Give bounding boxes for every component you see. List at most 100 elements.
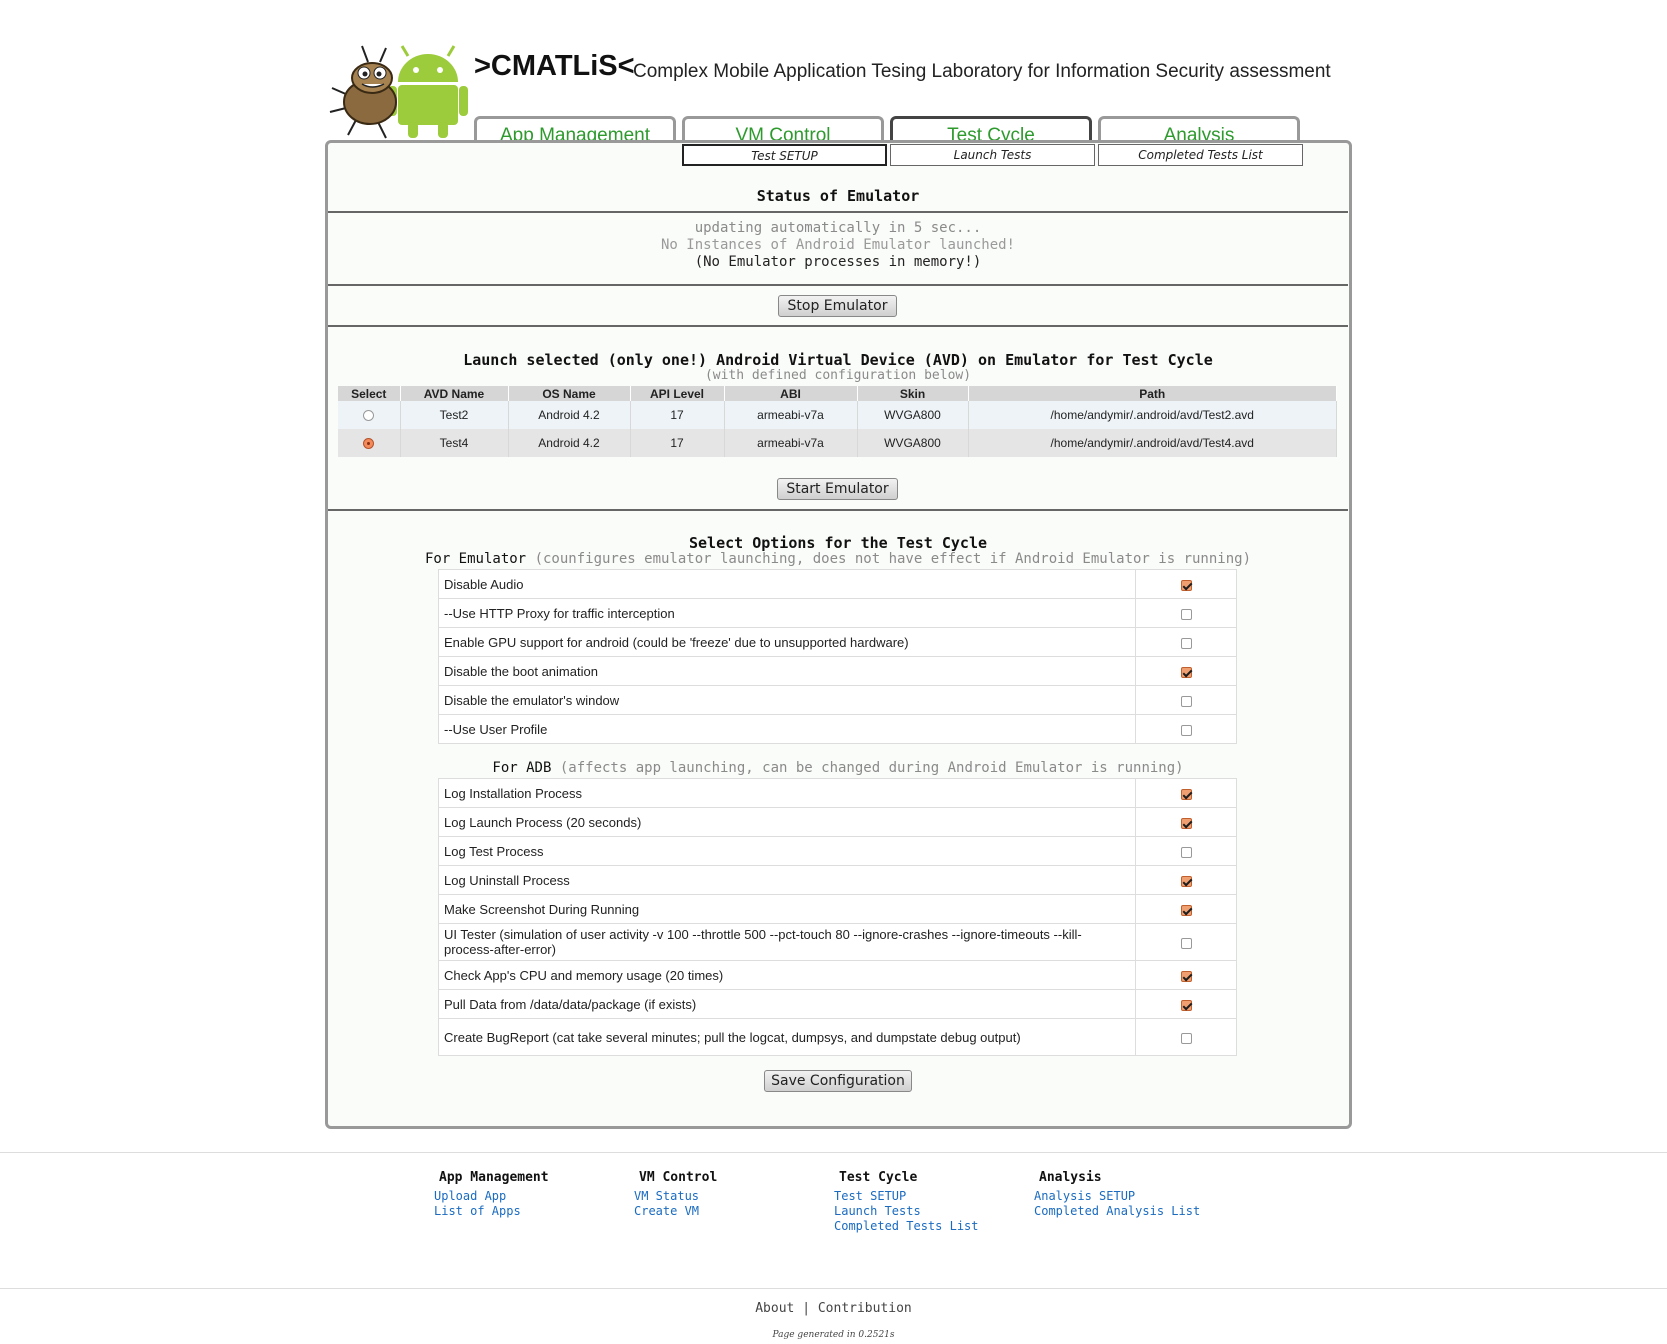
emulator-option-row: Disable the emulator's window	[438, 685, 1237, 715]
footer-link[interactable]: Create VM	[634, 1204, 717, 1219]
avd-skin-cell: WVGA800	[857, 401, 969, 429]
avd-table: Select AVD Name OS Name API Level ABI Sk…	[338, 386, 1337, 457]
adb-option-checkbox[interactable]	[1180, 999, 1192, 1011]
adb-option-checkbox[interactable]	[1180, 788, 1192, 800]
adb-options-heading: For ADB (affects app launching, can be c…	[328, 760, 1348, 776]
adb-option-row: Log Installation Process	[438, 778, 1237, 808]
emulator-option-label: Disable the emulator's window	[438, 685, 1136, 715]
status-no-processes-text: (No Emulator processes in memory!)	[694, 254, 982, 270]
status-title: Status of Emulator	[756, 187, 920, 205]
launch-title: Launch selected (only one!) Android Virt…	[463, 351, 1213, 369]
footer-column-heading: VM Control	[639, 1170, 718, 1185]
options-title: Select Options for the Test Cycle	[688, 534, 987, 552]
emulator-option-row: Disable Audio	[438, 569, 1237, 599]
avd-path-cell: /home/andymir/.android/avd/Test4.avd	[968, 429, 1337, 457]
avd-select-radio[interactable]	[363, 438, 375, 450]
emulator-option-label: Enable GPU support for android (could be…	[438, 627, 1136, 657]
footer-column-heading: Analysis	[1039, 1170, 1102, 1185]
adb-option-checkbox-cell	[1135, 894, 1237, 924]
save-configuration-button[interactable]: Save Configuration	[764, 1070, 912, 1092]
adb-option-label: Check App's CPU and memory usage (20 tim…	[438, 960, 1136, 990]
avd-abi-cell: armeabi-v7a	[724, 429, 858, 457]
emulator-options-label: For Emulator	[424, 551, 527, 567]
adb-option-row: Check App's CPU and memory usage (20 tim…	[438, 960, 1237, 990]
emulator-option-row: Disable the boot animation	[438, 656, 1237, 686]
column-header-skin: Skin	[857, 386, 969, 401]
launch-subtitle: (with defined configuration below)	[704, 368, 972, 383]
divider	[328, 325, 1348, 327]
emulator-option-checkbox-cell	[1135, 714, 1237, 744]
emulator-option-checkbox[interactable]	[1180, 695, 1192, 707]
avd-api-level-cell: 17	[630, 401, 725, 429]
footer-column: App Management Upload App List of Apps	[434, 1170, 549, 1219]
avd-skin-cell: WVGA800	[857, 429, 969, 457]
app-subtitle: Complex Mobile Application Tesing Labora…	[633, 61, 1331, 82]
adb-option-label: Create BugReport (cat take several minut…	[438, 1018, 1136, 1056]
avd-select-radio[interactable]	[363, 410, 375, 422]
avd-name-cell: Test4	[400, 429, 509, 457]
footer-link[interactable]: VM Status	[634, 1189, 717, 1204]
footer-link[interactable]: List of Apps	[434, 1204, 549, 1219]
subtab-test-setup[interactable]: Test SETUP	[682, 144, 887, 166]
adb-option-checkbox[interactable]	[1180, 875, 1192, 887]
column-header-api-level: API Level	[630, 386, 725, 401]
footer-link[interactable]: Test SETUP	[834, 1189, 979, 1204]
adb-option-row: UI Tester (simulation of user activity -…	[438, 923, 1237, 961]
contribution-link[interactable]: Contribution	[818, 1301, 912, 1316]
divider	[328, 284, 1348, 286]
adb-option-checkbox[interactable]	[1180, 937, 1192, 949]
emulator-option-row: --Use User Profile	[438, 714, 1237, 744]
divider	[328, 211, 1348, 213]
footer-link[interactable]: Analysis SETUP	[1034, 1189, 1200, 1204]
subtab-launch-tests[interactable]: Launch Tests	[890, 144, 1095, 166]
emulator-option-checkbox[interactable]	[1180, 637, 1192, 649]
emulator-option-row: Enable GPU support for android (could be…	[438, 627, 1237, 657]
adb-option-row: Make Screenshot During Running	[438, 894, 1237, 924]
emulator-options-note: (counfigures emulator launching, does no…	[534, 551, 1252, 567]
stop-emulator-button[interactable]: Stop Emulator	[778, 295, 897, 317]
footer-link[interactable]: Upload App	[434, 1189, 549, 1204]
emulator-option-checkbox[interactable]	[1180, 579, 1192, 591]
about-link[interactable]: About	[755, 1301, 794, 1316]
footer-link[interactable]: Completed Tests List	[834, 1219, 979, 1234]
adb-option-row: Log Launch Process (20 seconds)	[438, 807, 1237, 837]
emulator-option-checkbox-cell	[1135, 627, 1237, 657]
emulator-option-row: --Use HTTP Proxy for traffic interceptio…	[438, 598, 1237, 628]
footer-column-heading: Test Cycle	[839, 1170, 918, 1185]
avd-row[interactable]: Test2 Android 4.2 17 armeabi-v7a WVGA800/hom…	[338, 401, 1337, 429]
adb-option-checkbox[interactable]	[1180, 846, 1192, 858]
adb-option-checkbox[interactable]	[1180, 904, 1192, 916]
page-generated-time: Page generated in 0.2521s	[772, 1330, 895, 1340]
adb-option-row: Log Test Process	[438, 836, 1237, 866]
adb-option-row: Create BugReport (cat take several minut…	[438, 1018, 1237, 1056]
avd-name-cell: Test2	[400, 401, 509, 429]
adb-option-checkbox-cell	[1135, 807, 1237, 837]
column-header-avd-name: AVD Name	[400, 386, 509, 401]
adb-option-checkbox[interactable]	[1180, 817, 1192, 829]
footer-link[interactable]: Launch Tests	[834, 1204, 979, 1219]
adb-option-checkbox[interactable]	[1180, 970, 1192, 982]
emulator-option-checkbox[interactable]	[1180, 608, 1192, 620]
footer-divider	[0, 1152, 1667, 1153]
emulator-option-checkbox-cell	[1135, 656, 1237, 686]
avd-api-level-cell: 17	[630, 429, 725, 457]
emulator-option-checkbox[interactable]	[1180, 724, 1192, 736]
app-brand-title: >CMATLiS<	[474, 50, 635, 82]
footer-column: VM Control VM Status Create VM	[634, 1170, 717, 1219]
start-emulator-button[interactable]: Start Emulator	[777, 478, 898, 500]
adb-option-row: Pull Data from /data/data/package (if ex…	[438, 989, 1237, 1019]
adb-options-note: (affects app launching, can be changed d…	[559, 760, 1184, 776]
subtab-completed-tests-list[interactable]: Completed Tests List	[1098, 144, 1303, 166]
emulator-option-label: --Use HTTP Proxy for traffic interceptio…	[438, 598, 1136, 628]
emulator-option-label: Disable the boot animation	[438, 656, 1136, 686]
avd-row[interactable]: Test4 Android 4.2 17 armeabi-v7a WVGA800/hom…	[338, 429, 1337, 457]
adb-option-label: Log Test Process	[438, 836, 1136, 866]
footer-link[interactable]: Completed Analysis List	[1034, 1204, 1200, 1219]
adb-option-checkbox[interactable]	[1180, 1032, 1192, 1044]
adb-options-table: Log Installation Process Log Launch Proce…	[438, 778, 1237, 1056]
avd-path-cell: /home/andymir/.android/avd/Test2.avd	[968, 401, 1337, 429]
column-header-select: Select	[338, 386, 401, 401]
emulator-option-checkbox[interactable]	[1180, 666, 1192, 678]
emulator-option-label: --Use User Profile	[438, 714, 1136, 744]
emulator-options-table: Disable Audio --Use HTTP Proxy for traffi…	[438, 569, 1237, 744]
